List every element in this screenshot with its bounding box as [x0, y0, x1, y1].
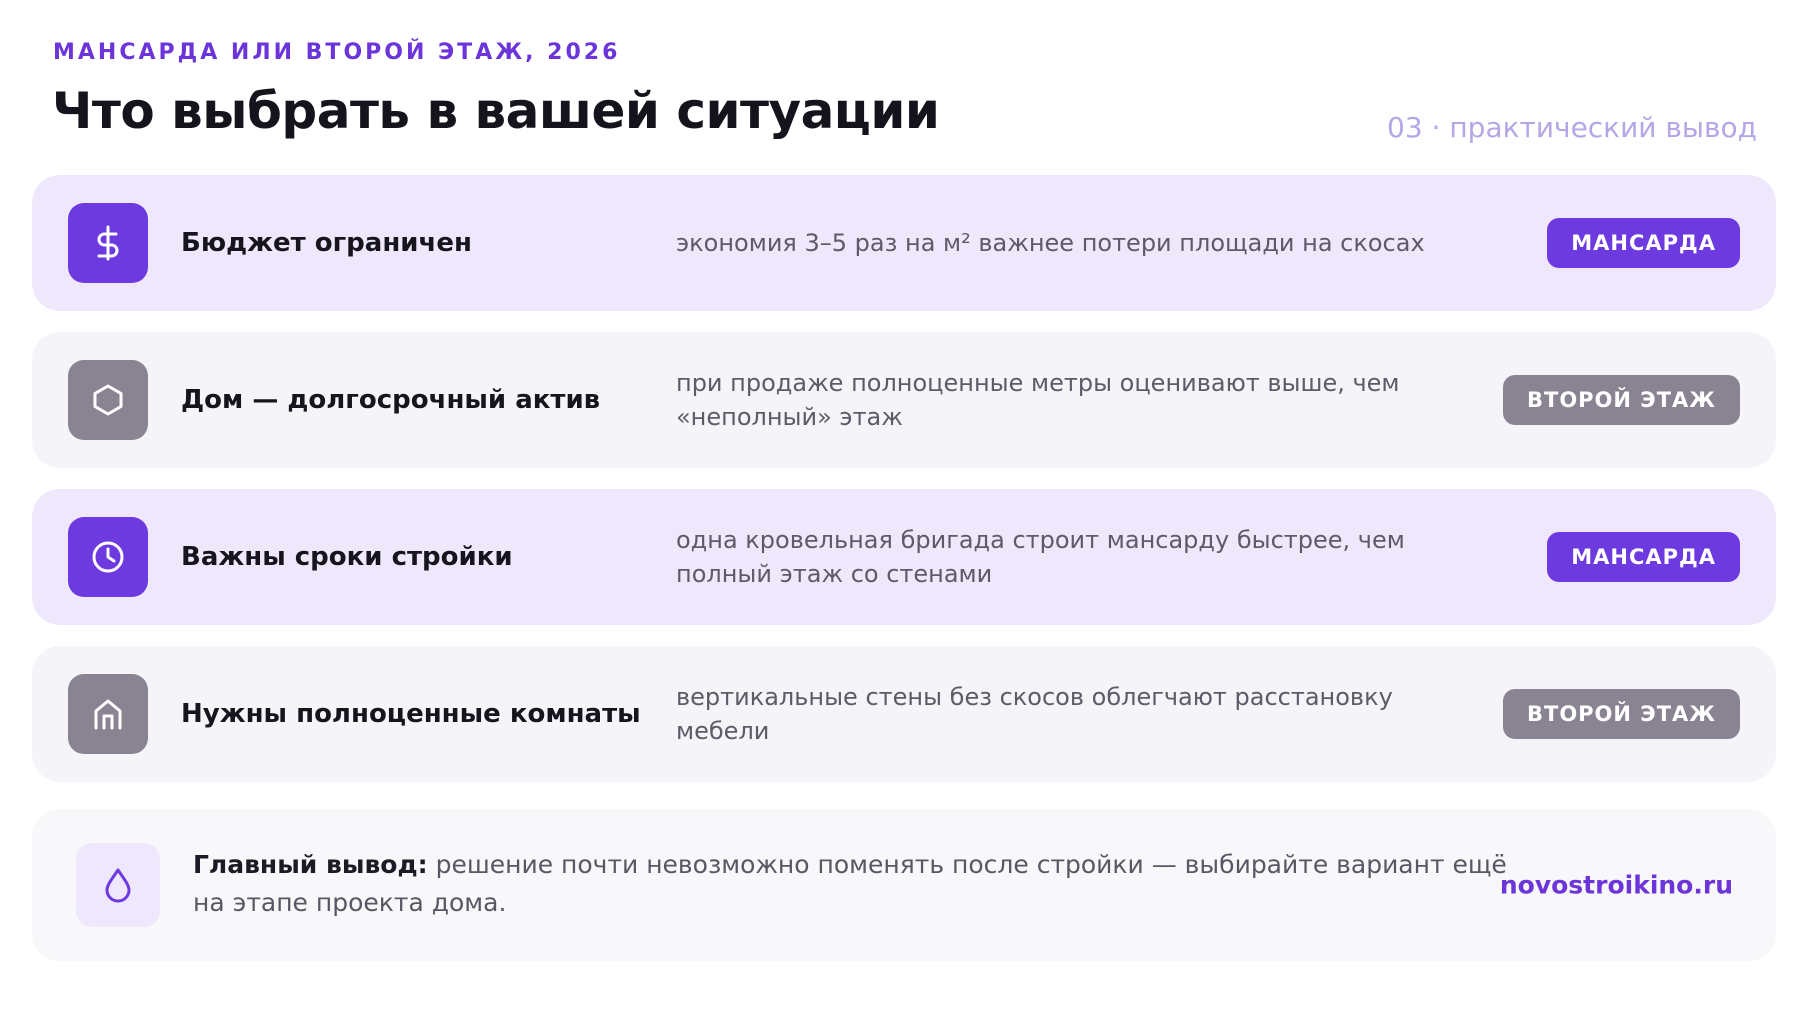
option-row-rooms: Нужны полноценные комнаты вертикальные с…: [32, 646, 1776, 782]
summary-lead: Главный вывод:: [193, 850, 428, 879]
option-row-asset: Дом — долгосрочный актив при продаже пол…: [32, 332, 1776, 468]
section-tag: 03 · практический вывод: [1387, 111, 1757, 144]
option-row-timing: Важны сроки стройки одна кровельная бриг…: [32, 489, 1776, 625]
slide: МАНСАРДА ИЛИ ВТОРОЙ ЭТАЖ, 2026 Что выбра…: [0, 0, 1800, 1020]
option-badge: МАНСАРДА: [1547, 532, 1740, 582]
options-list: Бюджет ограничен экономия 3–5 раз на м² …: [32, 175, 1776, 803]
option-description: одна кровельная бригада строит мансарду …: [676, 526, 1405, 588]
option-badge: МАНСАРДА: [1547, 218, 1740, 268]
option-title: Важны сроки стройки: [181, 542, 513, 572]
page-title: Что выбрать в вашей ситуации: [52, 82, 940, 140]
option-title: Дом — долгосрочный актив: [181, 385, 601, 415]
droplet-icon: [76, 843, 160, 927]
summary-text: Главный вывод: решение почти невозможно …: [193, 846, 1513, 922]
house-icon: [68, 674, 148, 754]
option-title: Бюджет ограничен: [181, 228, 472, 258]
hexagon-icon: [68, 360, 148, 440]
dollar-icon: [68, 203, 148, 283]
option-badge: ВТОРОЙ ЭТАЖ: [1502, 689, 1740, 739]
option-badge: ВТОРОЙ ЭТАЖ: [1502, 375, 1740, 425]
option-row-budget: Бюджет ограничен экономия 3–5 раз на м² …: [32, 175, 1776, 311]
clock-icon: [68, 517, 148, 597]
option-description: экономия 3–5 раз на м² важнее потери пло…: [676, 229, 1425, 257]
option-description: при продаже полноценные метры оценивают …: [676, 369, 1400, 431]
site-link[interactable]: novostroikino.ru: [1500, 871, 1733, 900]
option-description: вертикальные стены без скосов облегчают …: [676, 683, 1393, 745]
summary-card: Главный вывод: решение почти невозможно …: [32, 809, 1776, 961]
eyebrow: МАНСАРДА ИЛИ ВТОРОЙ ЭТАЖ, 2026: [53, 40, 621, 65]
option-title: Нужны полноценные комнаты: [181, 699, 641, 729]
